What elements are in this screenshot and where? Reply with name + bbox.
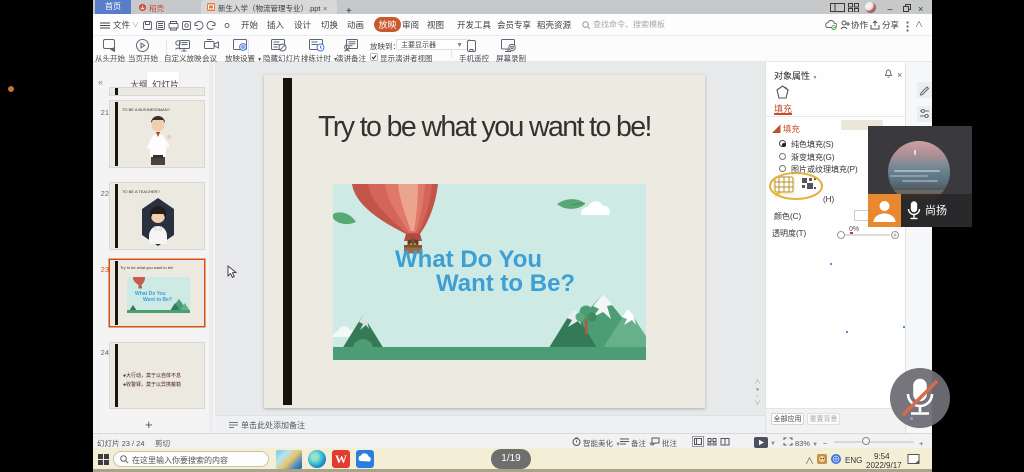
svg-text:Want to Be?: Want to Be? [143, 297, 172, 303]
svg-text:Want to Be?: Want to Be? [436, 270, 575, 297]
svg-text:What Do You: What Do You [395, 246, 542, 273]
